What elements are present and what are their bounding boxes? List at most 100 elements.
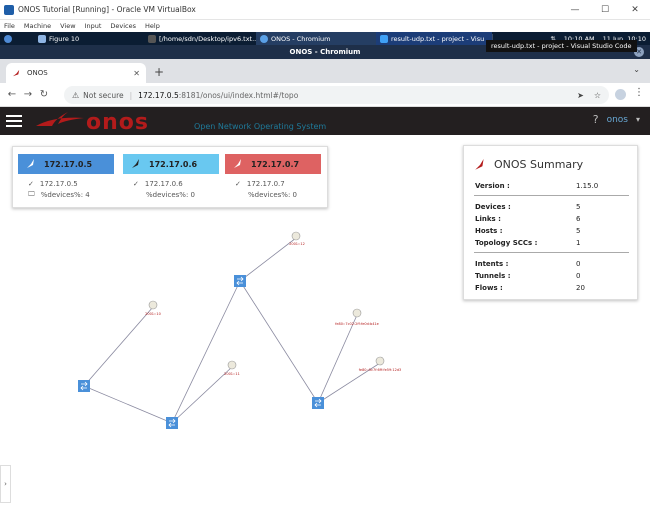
menu-help[interactable]: Help xyxy=(145,22,160,30)
instance-ip: 172.17.0.6 xyxy=(149,159,198,169)
link[interactable] xyxy=(83,385,173,424)
profile-avatar[interactable] xyxy=(615,89,626,100)
user-dropdown-icon[interactable]: ▾ xyxy=(636,115,640,124)
host-node[interactable]: fe80::5c7f:6ff:fe59:12d3 xyxy=(359,356,402,372)
instance-row-ip: 172.17.0.6 xyxy=(144,179,183,188)
chevron-right-icon: › xyxy=(4,480,7,488)
onos-bird-icon xyxy=(234,159,241,168)
summary-label: Flows : xyxy=(475,284,503,292)
side-panel-toggle[interactable]: › xyxy=(0,465,11,503)
address-bar-row: ← → ↻ ⚠ Not secure | 172.17.0.5 :8181/on… xyxy=(0,83,650,107)
instance-ip: 172.17.0.7 xyxy=(251,159,300,169)
url-host: 172.17.0.5 xyxy=(138,90,179,100)
close-window-button[interactable]: ✕ xyxy=(620,0,650,20)
back-button[interactable]: ← xyxy=(4,89,20,100)
tab-onos[interactable]: ONOS ✕ xyxy=(6,63,146,83)
taskbar-item-vscode[interactable]: result-udp.txt - project - Visu xyxy=(376,32,492,45)
bookmark-star-icon[interactable]: ☆ xyxy=(594,91,601,100)
instance-card[interactable]: 172.17.0.5 ✓ 172.17.0.5 🖵 %devices%: 4 xyxy=(18,154,114,200)
send-icon[interactable]: ➤ xyxy=(577,91,584,100)
close-tab-icon[interactable]: ✕ xyxy=(133,69,140,78)
summary-value: 5 xyxy=(576,227,581,235)
instance-row-ip: 172.17.0.5 xyxy=(39,179,78,188)
link[interactable] xyxy=(317,314,358,404)
svg-text:2001::12: 2001::12 xyxy=(289,242,305,246)
user-menu[interactable]: onos xyxy=(607,115,628,125)
divider xyxy=(474,195,629,196)
summary-value: 20 xyxy=(576,284,585,292)
switch-node[interactable] xyxy=(312,397,324,409)
onos-tagline: Open Network Operating System xyxy=(194,122,327,131)
onos-bird-icon xyxy=(475,158,484,170)
topology-view: 2001::12 2001::10 2001::11 fe80::7c02:2f… xyxy=(0,135,650,506)
url-bar[interactable]: ⚠ Not secure | 172.17.0.5 :8181/onos/ui/… xyxy=(64,86,609,104)
summary-label: Topology SCCs : xyxy=(475,239,538,247)
reload-button[interactable]: ↻ xyxy=(36,89,52,100)
taskbar-item-editor[interactable]: [/home/sdn/Desktop/ipv6.txt... xyxy=(144,32,256,45)
host-node[interactable]: 2001::11 xyxy=(224,360,240,376)
switch-node[interactable] xyxy=(166,417,178,429)
switch-node[interactable] xyxy=(234,275,246,287)
onos-bird-icon xyxy=(132,159,139,168)
chromium-icon xyxy=(260,34,268,43)
summary-label: Links : xyxy=(475,215,501,223)
instance-header: 172.17.0.5 xyxy=(18,154,114,174)
terminal-icon xyxy=(148,34,156,43)
summary-value: 0 xyxy=(576,272,581,280)
menu-kebab-icon[interactable]: ⋮ xyxy=(634,87,644,98)
instance-header: 172.17.0.7 xyxy=(225,154,321,174)
link[interactable] xyxy=(171,280,241,424)
menu-machine[interactable]: Machine xyxy=(24,22,51,30)
summary-label: Intents : xyxy=(475,260,509,268)
menu-input[interactable]: Input xyxy=(85,22,102,30)
divider xyxy=(474,252,629,253)
link[interactable] xyxy=(83,306,154,387)
menu-view[interactable]: View xyxy=(60,22,75,30)
svg-text:fe80::7c02:2ff:fe0d:b41e: fe80::7c02:2ff:fe0d:b41e xyxy=(335,322,379,326)
topology-hosts: 2001::12 2001::10 2001::11 fe80::7c02:2f… xyxy=(145,231,402,376)
warning-icon: ⚠ xyxy=(72,90,80,100)
figure-icon xyxy=(38,34,46,43)
url-divider: | xyxy=(129,90,133,100)
menu-devices[interactable]: Devices xyxy=(110,22,136,30)
taskbar-item-label: ONOS - Chromium xyxy=(271,34,331,43)
instance-card[interactable]: 172.17.0.7 ✓ 172.17.0.7 %devices%: 0 xyxy=(225,154,321,200)
forward-button[interactable]: → xyxy=(20,89,36,100)
summary-label: Version : xyxy=(475,182,510,190)
start-menu-button[interactable] xyxy=(0,32,24,45)
switch-node[interactable] xyxy=(78,380,90,392)
menu-file[interactable]: File xyxy=(4,22,15,30)
taskbar-item-figure[interactable]: Figure 10 xyxy=(24,32,144,45)
onos-favicon xyxy=(12,69,20,76)
instance-ip: 172.17.0.5 xyxy=(44,159,93,169)
distro-logo-icon xyxy=(4,34,12,43)
summary-value: 1 xyxy=(576,239,581,247)
chromium-window-title: ONOS - Chromium xyxy=(289,48,361,56)
new-tab-button[interactable]: + xyxy=(154,65,164,79)
tab-search-chevron-icon[interactable]: ⌄ xyxy=(633,65,640,74)
host-node[interactable]: 2001::12 xyxy=(289,231,305,246)
topology-links xyxy=(83,237,381,424)
minimize-button[interactable]: — xyxy=(560,0,590,20)
virtualbox-menu-bar: File Machine View Input Devices Help xyxy=(0,20,650,32)
summary-label: Devices : xyxy=(475,203,511,211)
maximize-button[interactable]: ☐ xyxy=(590,0,620,20)
vscode-tooltip: result-udp.txt - project - Visual Studio… xyxy=(486,40,637,52)
link[interactable] xyxy=(171,366,233,424)
host-node[interactable]: 2001::10 xyxy=(145,300,161,316)
host-node[interactable]: fe80::7c02:2ff:fe0d:b41e xyxy=(335,308,379,326)
instance-card[interactable]: 172.17.0.6 ✓ 172.17.0.6 %devices%: 0 xyxy=(123,154,219,200)
help-icon[interactable]: ? xyxy=(593,113,599,126)
link[interactable] xyxy=(239,237,297,282)
topology-switches xyxy=(78,275,324,429)
monitor-icon: 🖵 xyxy=(28,190,35,198)
check-icon: ✓ xyxy=(235,179,241,188)
taskbar-item-chromium[interactable]: ONOS - Chromium xyxy=(256,32,376,45)
hamburger-menu-icon[interactable] xyxy=(6,115,22,127)
instance-row-ip: 172.17.0.7 xyxy=(246,179,285,188)
taskbar-item-label: result-udp.txt - project - Visu xyxy=(391,34,485,43)
link[interactable] xyxy=(239,280,319,404)
taskbar-item-label: [/home/sdn/Desktop/ipv6.txt... xyxy=(159,34,256,43)
onos-logo-text: onos xyxy=(86,110,149,135)
summary-value: 6 xyxy=(576,215,581,223)
